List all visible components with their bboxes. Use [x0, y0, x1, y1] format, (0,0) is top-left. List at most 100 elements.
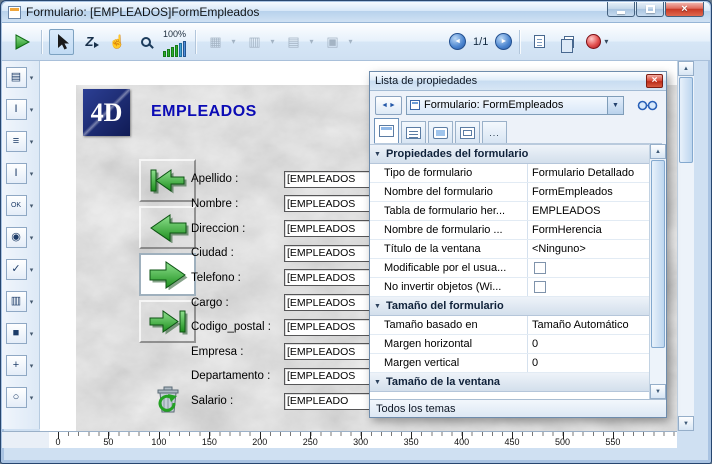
previous-page-button[interactable]: ◄: [449, 33, 466, 50]
tool-input-field-dropdown[interactable]: ▾: [28, 106, 36, 114]
tab-display[interactable]: [455, 121, 480, 143]
property-grid: ▼Propiedades del formularioTipo de formu…: [370, 144, 649, 399]
ruler-number: 150: [200, 437, 218, 447]
tool-splitter-dropdown[interactable]: ▾: [28, 298, 36, 306]
zoom-level-bars[interactable]: [163, 40, 186, 57]
scrollbar-thumb[interactable]: [679, 77, 693, 163]
tool-oval-dropdown[interactable]: ▾: [28, 394, 36, 402]
themes-footer[interactable]: Todos los temas: [370, 399, 666, 417]
distribute-tool-button-group: ▥▾: [242, 29, 278, 55]
tool-static-text-dropdown[interactable]: ▾: [28, 74, 36, 82]
property-value[interactable]: <Ninguno>: [528, 240, 649, 258]
tool-combobox-icon: I: [14, 168, 17, 179]
scroll-up-button[interactable]: ▲: [650, 144, 666, 159]
tool-listbox[interactable]: ≡: [6, 131, 27, 152]
property-value[interactable]: [528, 259, 649, 277]
tab-screen[interactable]: [428, 121, 453, 143]
last-record-button[interactable]: [139, 300, 196, 343]
section-header[interactable]: ▼Tamaño del formulario: [370, 297, 649, 316]
level-tool-button-dropdown[interactable]: ▾: [306, 29, 317, 55]
cursor-arrow-icon: [54, 33, 70, 50]
field-label: Departamento :: [191, 370, 284, 382]
property-scrollbar[interactable]: ▲ ▼: [649, 144, 666, 399]
canvas-vertical-scrollbar[interactable]: ▲ ▼: [677, 61, 694, 431]
scrollbar-thumb[interactable]: [651, 160, 665, 348]
zoom-tool-button[interactable]: [133, 29, 158, 55]
property-value[interactable]: EMPLEADOS: [528, 202, 649, 220]
scroll-down-button[interactable]: ▼: [650, 384, 666, 399]
property-value[interactable]: [528, 278, 649, 296]
tool-listbox-dropdown[interactable]: ▾: [28, 138, 36, 146]
select-tool-button[interactable]: [49, 29, 74, 55]
zoom-bar: [179, 43, 182, 57]
tool-rectangle[interactable]: ■: [6, 323, 27, 344]
screen-tab-icon: [433, 127, 448, 139]
goggles-icon[interactable]: [637, 99, 658, 112]
next-record-button[interactable]: [139, 253, 196, 296]
property-list-close-button[interactable]: ×: [646, 74, 663, 88]
ruler-number: 100: [150, 437, 168, 447]
scroll-down-button[interactable]: ▼: [678, 416, 694, 431]
tab-more[interactable]: ...: [482, 121, 507, 143]
page-stack-button[interactable]: [555, 29, 580, 55]
property-value[interactable]: Tamaño Automático: [528, 316, 649, 334]
property-value[interactable]: FormEmpleados: [528, 183, 649, 201]
tab-order-tool-button[interactable]: Z: [77, 29, 102, 55]
tool-combobox-dropdown[interactable]: ▾: [28, 170, 36, 178]
align-tool-button-dropdown[interactable]: ▾: [228, 29, 239, 55]
tool-static-text[interactable]: ▤: [6, 67, 27, 88]
maximize-button[interactable]: [636, 2, 664, 17]
delete-record-button[interactable]: [139, 378, 196, 426]
section-header[interactable]: ▼Propiedades del formulario: [370, 145, 649, 164]
property-value[interactable]: 0: [528, 335, 649, 353]
tool-checkbox[interactable]: ✓: [6, 259, 27, 280]
tool-line[interactable]: +: [6, 355, 27, 376]
tool-checkbox-dropdown[interactable]: ▾: [28, 266, 36, 274]
property-row: Modificable por el usua...: [370, 259, 649, 278]
hand-tool-button[interactable]: ☝: [105, 29, 130, 55]
tool-line-dropdown[interactable]: ▾: [28, 362, 36, 370]
minimize-button[interactable]: [607, 2, 635, 17]
level-tool-button[interactable]: ▤: [281, 29, 306, 55]
tool-combobox[interactable]: I: [6, 163, 27, 184]
display-tool-button-dropdown[interactable]: ▾: [345, 29, 356, 55]
checkbox[interactable]: [534, 262, 546, 274]
combo-dropdown-button[interactable]: ▼: [607, 97, 623, 114]
tool-oval[interactable]: ○: [6, 387, 27, 408]
align-tool-button[interactable]: ▦: [203, 29, 228, 55]
property-value[interactable]: FormHerencia: [528, 221, 649, 239]
property-list-titlebar[interactable]: Lista de propiedades ×: [370, 72, 666, 91]
distribute-tool-button-dropdown[interactable]: ▾: [267, 29, 278, 55]
first-record-button[interactable]: [139, 159, 196, 202]
window-titlebar[interactable]: Formulario: [EMPLEADOS]FormEmpleados ×: [2, 2, 710, 23]
new-page-button[interactable]: [527, 29, 552, 55]
next-page-button[interactable]: ►: [495, 33, 512, 50]
tool-input-field[interactable]: I: [6, 99, 27, 120]
tool-splitter[interactable]: ▥: [6, 291, 27, 312]
close-button[interactable]: ×: [665, 2, 704, 17]
distribute-tool-button[interactable]: ▥: [242, 29, 267, 55]
object-navigate-button[interactable]: ◄ ►: [375, 96, 402, 115]
property-value[interactable]: Formulario Detallado: [528, 164, 649, 182]
previous-record-button[interactable]: [139, 206, 196, 249]
scroll-up-button[interactable]: ▲: [678, 61, 694, 76]
tool-button[interactable]: OK: [6, 195, 27, 216]
section-title: Propiedades del formulario: [386, 148, 528, 160]
tab-page[interactable]: [401, 121, 426, 143]
object-selector-combo[interactable]: Formulario: FormEmpleados ▼: [406, 96, 624, 115]
checkbox[interactable]: [534, 281, 546, 293]
tool-button-dropdown[interactable]: ▾: [28, 202, 36, 210]
tool-rectangle-dropdown[interactable]: ▾: [28, 330, 36, 338]
display-tool-button[interactable]: ▣: [320, 29, 345, 55]
tab-form-properties[interactable]: [374, 118, 399, 143]
property-row: Nombre de formulario ...FormHerencia: [370, 221, 649, 240]
window-controls: ×: [607, 2, 704, 17]
property-value[interactable]: 0: [528, 354, 649, 372]
section-header[interactable]: ▼Tamaño de la ventana: [370, 373, 649, 392]
execute-form-button[interactable]: [9, 29, 34, 55]
object-library-button[interactable]: ▾: [583, 29, 611, 55]
tool-radio-button[interactable]: ◉: [6, 227, 27, 248]
tool-line-icon: +: [13, 360, 19, 371]
tool-radio-button-dropdown[interactable]: ▾: [28, 234, 36, 242]
next-record-icon: [147, 260, 189, 290]
